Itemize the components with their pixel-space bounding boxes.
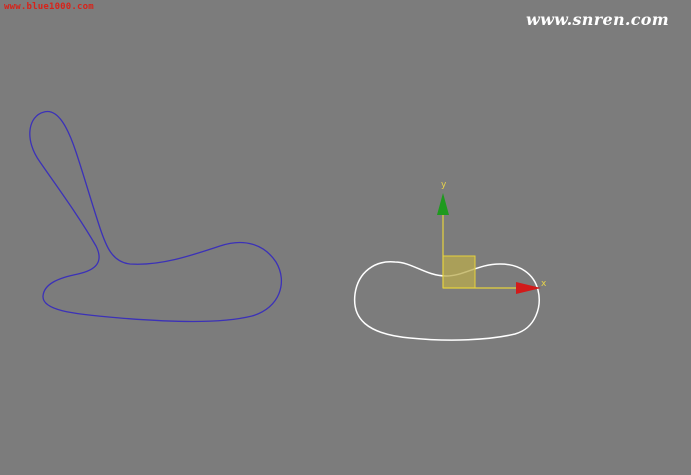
viewport[interactable]: www.blue1000.com www.snren.com y x <box>0 0 691 475</box>
transform-gizmo[interactable]: y x <box>437 180 547 294</box>
spline-shape-left[interactable] <box>29 110 282 323</box>
viewport-canvas[interactable]: y x <box>0 0 691 475</box>
x-axis-arrow[interactable] <box>516 282 541 294</box>
x-axis-label: x <box>541 279 547 289</box>
y-axis-label: y <box>441 180 447 190</box>
y-axis-arrow[interactable] <box>437 193 449 215</box>
xy-plane-handle[interactable] <box>442 255 476 289</box>
